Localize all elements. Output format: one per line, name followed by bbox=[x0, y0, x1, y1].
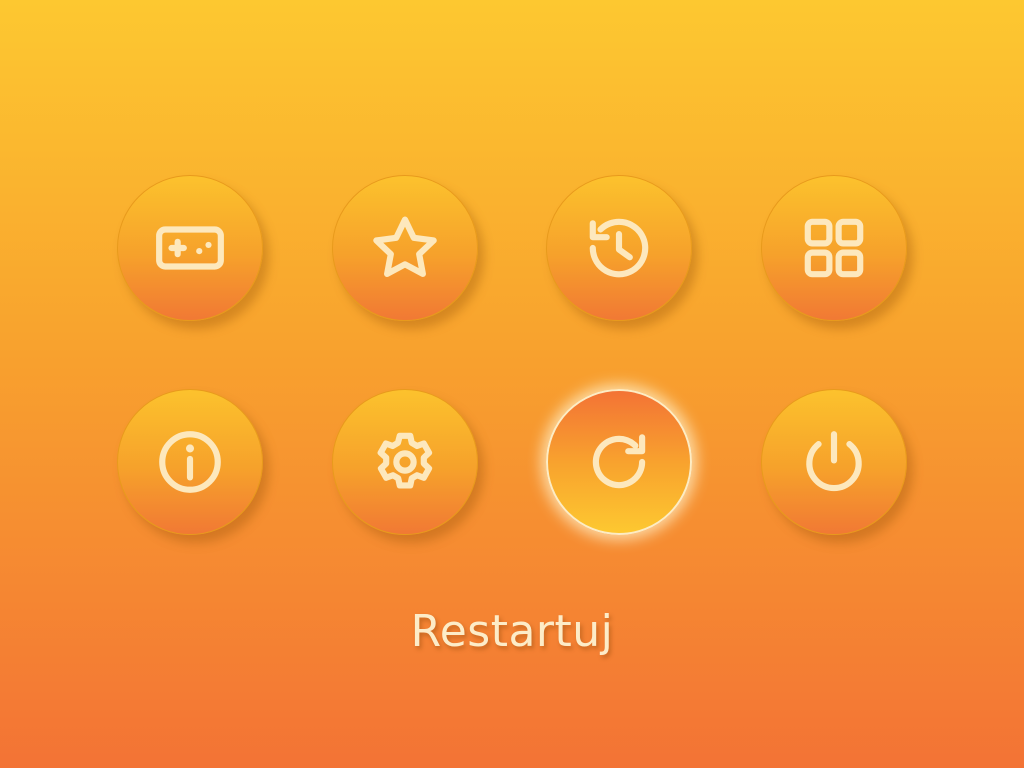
gear-icon bbox=[377, 432, 433, 489]
history-button[interactable] bbox=[546, 175, 692, 321]
info-icon bbox=[159, 431, 221, 493]
history-icon bbox=[589, 218, 649, 278]
info-button[interactable] bbox=[117, 389, 263, 535]
games-button[interactable] bbox=[117, 175, 263, 321]
selected-item-label: Restartuj bbox=[410, 606, 614, 657]
gamepad-icon bbox=[156, 226, 224, 270]
power-icon bbox=[806, 431, 862, 492]
favorites-button[interactable] bbox=[332, 175, 478, 321]
power-button[interactable] bbox=[761, 389, 907, 535]
star-icon bbox=[373, 216, 437, 277]
grid-icon bbox=[804, 218, 864, 278]
restart-icon bbox=[592, 434, 646, 489]
settings-button[interactable] bbox=[332, 389, 478, 535]
restart-button[interactable] bbox=[546, 389, 692, 535]
apps-button[interactable] bbox=[761, 175, 907, 321]
